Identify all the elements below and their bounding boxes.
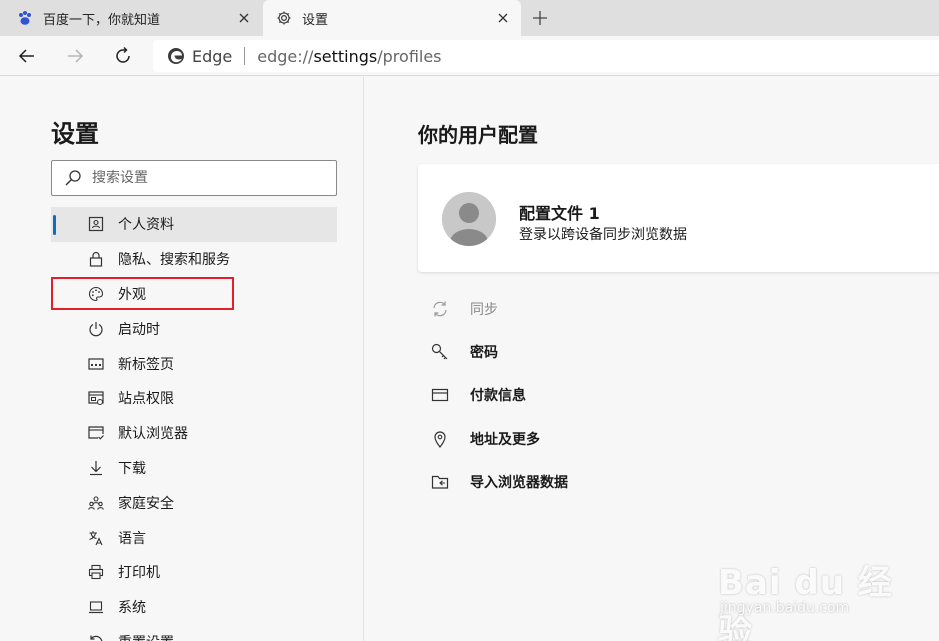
search-icon (65, 170, 81, 186)
sidebar-item-label: 语言 (118, 530, 146, 547)
edge-logo-icon (167, 47, 185, 65)
menu-item-sync[interactable]: 同步 (418, 287, 918, 330)
watermark-brand: Bai du 经验 (718, 563, 893, 641)
menu-item-label: 地址及更多 (470, 431, 540, 448)
credit-card-icon (430, 385, 450, 405)
avatar (442, 192, 496, 246)
location-pin-icon (430, 429, 450, 449)
sidebar-item-label: 打印机 (118, 565, 160, 582)
back-button[interactable] (11, 40, 43, 72)
sidebar-item-label: 个人资料 (118, 217, 174, 234)
search-input[interactable] (92, 170, 332, 186)
sync-icon (430, 299, 450, 319)
settings-sidebar: 设置 个人资料 隐私、搜索和服务 外观 启动时 (0, 77, 364, 641)
tab-title: 设置 (302, 12, 329, 28)
refresh-button[interactable] (107, 40, 139, 72)
profile-menu: 同步 密码 付款信息 地址及更多 导入浏览器数据 (418, 287, 918, 503)
download-icon (87, 459, 105, 477)
sidebar-item-startup[interactable]: 启动时 (51, 311, 337, 346)
sidebar-item-label: 下载 (118, 460, 146, 477)
sidebar-item-label: 站点权限 (118, 391, 174, 408)
page-title: 你的用户配置 (418, 123, 538, 147)
address-bar[interactable]: Edge edge://settings/profiles (153, 40, 939, 72)
lock-icon (87, 250, 105, 268)
close-tab-icon[interactable] (230, 4, 258, 32)
printer-icon (87, 563, 105, 581)
sidebar-item-system[interactable]: 系统 (51, 590, 337, 625)
menu-item-passwords[interactable]: 密码 (418, 330, 918, 373)
profile-subtitle: 登录以跨设备同步浏览数据 (519, 227, 687, 243)
sidebar-item-label: 家庭安全 (118, 495, 174, 512)
sidebar-item-label: 重置设置 (118, 632, 174, 641)
url-path: /profiles (377, 46, 442, 66)
tab-baidu[interactable]: 百度一下，你就知道 (0, 0, 262, 36)
profile-card[interactable]: 配置文件 1 登录以跨设备同步浏览数据 (418, 164, 939, 272)
sidebar-item-privacy[interactable]: 隐私、搜索和服务 (51, 242, 337, 277)
sidebar-item-site-permissions[interactable]: 站点权限 (51, 381, 337, 416)
refresh-icon (116, 46, 130, 63)
system-icon (87, 598, 105, 616)
sidebar-item-label: 系统 (118, 600, 146, 617)
baidu-watermark: Bai du 经验 jingyan.baidu.com (714, 545, 894, 641)
watermark-url: jingyan.baidu.com (720, 600, 850, 616)
settings-nav: 个人资料 隐私、搜索和服务 外观 启动时 新标签页 站点权限 默认浏览器 下载 … (51, 207, 337, 641)
sidebar-item-new-tab[interactable]: 新标签页 (51, 346, 337, 381)
import-folder-icon (430, 472, 450, 492)
arrow-right-icon (68, 49, 84, 63)
sidebar-item-label: 启动时 (118, 321, 160, 338)
search-box[interactable] (51, 160, 337, 196)
menu-item-label: 密码 (470, 344, 498, 361)
tab-settings[interactable]: 设置 (263, 0, 521, 36)
sidebar-item-label: 默认浏览器 (118, 426, 188, 443)
sidebar-item-default-browser[interactable]: 默认浏览器 (51, 416, 337, 451)
sidebar-item-printers[interactable]: 打印机 (51, 555, 337, 590)
menu-item-addresses[interactable]: 地址及更多 (418, 417, 918, 460)
arrow-left-icon (18, 49, 34, 63)
sidebar-item-reset[interactable]: 重置设置 (51, 625, 337, 641)
highlight-annotation-box (51, 277, 234, 310)
url-host: settings (313, 46, 378, 66)
url-scheme: edge:// (257, 46, 314, 66)
address-toolbar: Edge edge://settings/profiles (0, 36, 939, 76)
menu-item-label: 同步 (470, 301, 498, 318)
new-tab-page-icon (87, 355, 105, 373)
forward-button[interactable] (59, 40, 91, 72)
sidebar-item-profiles[interactable]: 个人资料 (51, 207, 337, 242)
menu-item-payment[interactable]: 付款信息 (418, 374, 918, 417)
site-permissions-icon (87, 389, 105, 407)
close-tab-icon[interactable] (489, 4, 517, 32)
sidebar-title: 设置 (51, 120, 99, 148)
profile-name: 配置文件 1 (519, 204, 600, 223)
sidebar-item-downloads[interactable]: 下载 (51, 451, 337, 486)
menu-item-label: 付款信息 (470, 388, 526, 405)
baidu-paw-icon (16, 9, 34, 27)
default-browser-icon (87, 424, 105, 442)
tab-strip: 百度一下，你就知道 设置 (0, 0, 939, 36)
sidebar-item-family-safety[interactable]: 家庭安全 (51, 485, 337, 520)
sidebar-item-label: 隐私、搜索和服务 (118, 252, 230, 269)
menu-item-import[interactable]: 导入浏览器数据 (418, 460, 918, 503)
sidebar-item-label: 新标签页 (118, 356, 174, 373)
key-icon (430, 342, 450, 362)
browser-label: Edge (192, 46, 233, 66)
profile-card-icon (87, 215, 105, 233)
sidebar-item-languages[interactable]: 语言 (51, 520, 337, 555)
gear-icon (275, 9, 293, 27)
tab-title: 百度一下，你就知道 (43, 12, 161, 28)
power-icon (87, 320, 105, 338)
plus-icon (533, 11, 547, 25)
new-tab-button[interactable] (526, 4, 554, 32)
reset-icon (87, 633, 105, 641)
menu-item-label: 导入浏览器数据 (470, 474, 568, 491)
family-icon (87, 494, 105, 512)
omnibox-divider (244, 47, 246, 65)
language-icon (87, 529, 105, 547)
